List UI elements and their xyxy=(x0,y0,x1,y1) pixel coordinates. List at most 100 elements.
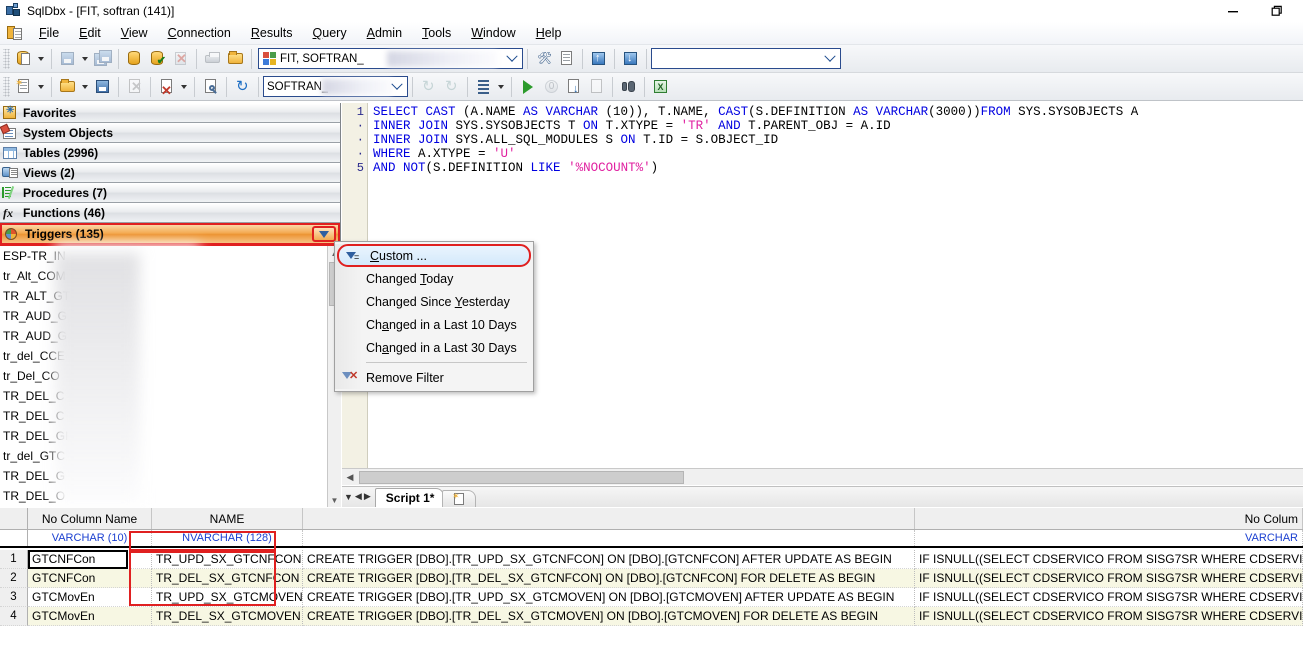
export-excel-icon[interactable]: X xyxy=(649,76,672,98)
print-script-icon[interactable] xyxy=(199,76,222,98)
cell-column-0[interactable]: GTCMovEn xyxy=(28,607,152,626)
print-icon[interactable] xyxy=(201,48,224,70)
list-options-icon[interactable] xyxy=(472,76,495,98)
menu-view[interactable]: View xyxy=(111,24,158,42)
delete-script-dropdown-icon[interactable] xyxy=(178,76,190,98)
toolbar-grip[interactable] xyxy=(3,48,10,69)
filter-dropdown-icon[interactable] xyxy=(312,226,336,242)
cell-column-3[interactable]: IF ISNULL((SELECT CDSERVICO FROM SISG7SR… xyxy=(915,550,1303,569)
menu-connection[interactable]: Connection xyxy=(158,24,241,42)
connection-combo-chevron-down-icon[interactable] xyxy=(504,49,520,68)
database-icon[interactable] xyxy=(123,48,146,70)
explain-plan-icon[interactable]: ↓ xyxy=(562,76,585,98)
results-grid[interactable]: No Column Name NAME No Colum VARCHAR (10… xyxy=(0,508,1303,652)
menu-results[interactable]: Results xyxy=(241,24,303,42)
menu-item-changed-last-30-days[interactable]: Changed in a Last 30 Days xyxy=(335,336,533,359)
new-connection-dropdown-icon[interactable] xyxy=(35,48,47,70)
toolbar-grip[interactable] xyxy=(3,76,10,97)
cell-column-1[interactable]: TR_UPD_SX_GTCNFCON xyxy=(152,550,303,569)
menu-help[interactable]: Help xyxy=(526,24,572,42)
column-header-0[interactable]: No Column Name xyxy=(28,508,152,529)
cell-column-0[interactable]: GTCNFCon xyxy=(28,569,152,588)
stop-icon[interactable]: 0 xyxy=(539,76,562,98)
schema-combo[interactable]: SOFTRAN_ xyxy=(263,76,408,97)
restore-button[interactable] xyxy=(1255,0,1299,22)
tab-prev-icon[interactable]: ◀ xyxy=(355,491,362,502)
tools-options-icon[interactable]: 🛠 xyxy=(532,48,555,70)
cell-column-3[interactable]: IF ISNULL((SELECT CDSERVICO FROM SISG7SR… xyxy=(915,607,1303,626)
connection-combo[interactable]: FIT, SOFTRAN_ xyxy=(258,48,523,69)
filter-context-menu[interactable]: = Custom ... Changed Today Changed Since… xyxy=(334,241,534,392)
column-header-1[interactable]: NAME xyxy=(152,508,303,529)
execute-step-icon[interactable]: ↻ xyxy=(417,76,440,98)
menu-item-changed-last-10-days[interactable]: Changed in a Last 10 Days xyxy=(335,313,533,336)
table-row[interactable]: 4 GTCMovEn TR_DEL_SX_GTCMOVEN CREATE TRI… xyxy=(0,607,1303,626)
menu-window[interactable]: Window xyxy=(461,24,525,42)
menu-edit[interactable]: Edit xyxy=(69,24,111,42)
sidebar-item-system-objects[interactable]: System Objects xyxy=(0,123,340,143)
editor-code-area[interactable]: SELECT CAST (A.NAME AS VARCHAR (10)), T.… xyxy=(369,105,1303,175)
tab-list-chevron-down-icon[interactable]: ▼ xyxy=(344,492,353,502)
menu-item-remove-filter[interactable]: ✕ Remove Filter xyxy=(335,366,533,389)
new-script-icon[interactable]: ✶ xyxy=(12,76,35,98)
open-script-dropdown-icon[interactable] xyxy=(79,76,91,98)
cell-column-3[interactable]: IF ISNULL((SELECT CDSERVICO FROM SISG7SR… xyxy=(915,569,1303,588)
cell-column-2[interactable]: CREATE TRIGGER [DBO].[TR_DEL_SX_GTCMOVEN… xyxy=(303,607,915,626)
find-icon[interactable] xyxy=(617,76,640,98)
execute-step2-icon[interactable]: ↻ xyxy=(440,76,463,98)
refresh-icon[interactable]: ↻ xyxy=(231,76,254,98)
new-tab-icon[interactable]: ✶ xyxy=(442,490,477,507)
download-icon[interactable]: ↓ xyxy=(619,48,642,70)
cell-column-2[interactable]: CREATE TRIGGER [DBO].[TR_DEL_SX_GTCNFCON… xyxy=(303,569,915,588)
scroll-left-icon[interactable]: ◀ xyxy=(342,470,358,485)
tab-next-icon[interactable]: ▶ xyxy=(364,491,371,502)
table-row[interactable]: 3 GTCMovEn TR_UPD_SX_GTCMOVEN CREATE TRI… xyxy=(0,588,1303,607)
tab-nav-controls[interactable]: ▼ ◀ ▶ xyxy=(342,486,373,507)
save-script-icon[interactable] xyxy=(91,76,114,98)
sidebar-item-favorites[interactable]: Favorites xyxy=(0,103,340,123)
cell-column-3[interactable]: IF ISNULL((SELECT CDSERVICO FROM SISG7SR… xyxy=(915,588,1303,607)
sidebar-item-triggers[interactable]: Triggers (135) xyxy=(0,223,340,245)
menu-file[interactable]: File xyxy=(29,24,69,42)
new-script-dropdown-icon[interactable] xyxy=(35,76,47,98)
minimize-button[interactable] xyxy=(1211,0,1255,22)
cell-column-1[interactable]: TR_UPD_SX_GTCMOVEN xyxy=(152,588,303,607)
schema-combo-chevron-down-icon[interactable] xyxy=(389,77,405,96)
open-script-icon[interactable] xyxy=(56,76,79,98)
copy-icon[interactable] xyxy=(555,48,578,70)
save-connection-icon[interactable] xyxy=(56,48,79,70)
table-row[interactable]: 1 GTCNFCon TR_UPD_SX_GTCNFCON CREATE TRI… xyxy=(0,550,1303,569)
table-row[interactable]: 2 GTCNFCon TR_DEL_SX_GTCNFCON CREATE TRI… xyxy=(0,569,1303,588)
list-options-dropdown-icon[interactable] xyxy=(495,76,507,98)
commit-icon[interactable] xyxy=(585,76,608,98)
upload-icon[interactable]: ↑ xyxy=(587,48,610,70)
secondary-combo-chevron-down-icon[interactable] xyxy=(822,49,838,68)
secondary-combo[interactable] xyxy=(651,48,841,69)
sidebar-item-functions[interactable]: fx Functions (46) xyxy=(0,203,340,223)
editor-horizontal-scrollbar[interactable]: ◀ xyxy=(342,468,1303,485)
close-script-icon[interactable]: ✕ xyxy=(123,76,146,98)
menu-tools[interactable]: Tools xyxy=(412,24,461,42)
column-header-3[interactable]: No Colum xyxy=(915,508,1303,529)
new-connection-icon[interactable] xyxy=(12,48,35,70)
cell-column-0[interactable]: GTCNFCon xyxy=(28,550,152,569)
menu-item-custom[interactable]: = Custom ... xyxy=(337,244,531,267)
print-preview-icon[interactable] xyxy=(224,48,247,70)
menu-item-changed-since-yesterday[interactable]: Changed Since Yesterday xyxy=(335,290,533,313)
scrollbar-thumb[interactable] xyxy=(359,470,684,484)
cell-column-2[interactable]: CREATE TRIGGER [DBO].[TR_UPD_SX_GTCMOVEN… xyxy=(303,588,915,607)
copy-connection-icon[interactable] xyxy=(91,48,114,70)
menu-admin[interactable]: Admin xyxy=(357,24,412,42)
delete-script-icon[interactable]: ✕ xyxy=(155,76,178,98)
database-check-icon[interactable]: ✔ xyxy=(146,48,169,70)
menu-item-changed-today[interactable]: Changed Today xyxy=(335,267,533,290)
scroll-down-icon[interactable]: ▼ xyxy=(328,493,341,507)
sidebar-item-views[interactable]: Views (2) xyxy=(0,163,340,183)
column-header-2[interactable] xyxy=(303,508,915,529)
tab-script-1[interactable]: Script 1* xyxy=(374,488,445,507)
cell-column-1[interactable]: TR_DEL_SX_GTCMOVEN xyxy=(152,607,303,626)
sidebar-item-tables[interactable]: Tables (2996) xyxy=(0,143,340,163)
sidebar-item-procedures[interactable]: Procedures (7) xyxy=(0,183,340,203)
cell-column-1[interactable]: TR_DEL_SX_GTCNFCON xyxy=(152,569,303,588)
cell-column-0[interactable]: GTCMovEn xyxy=(28,588,152,607)
